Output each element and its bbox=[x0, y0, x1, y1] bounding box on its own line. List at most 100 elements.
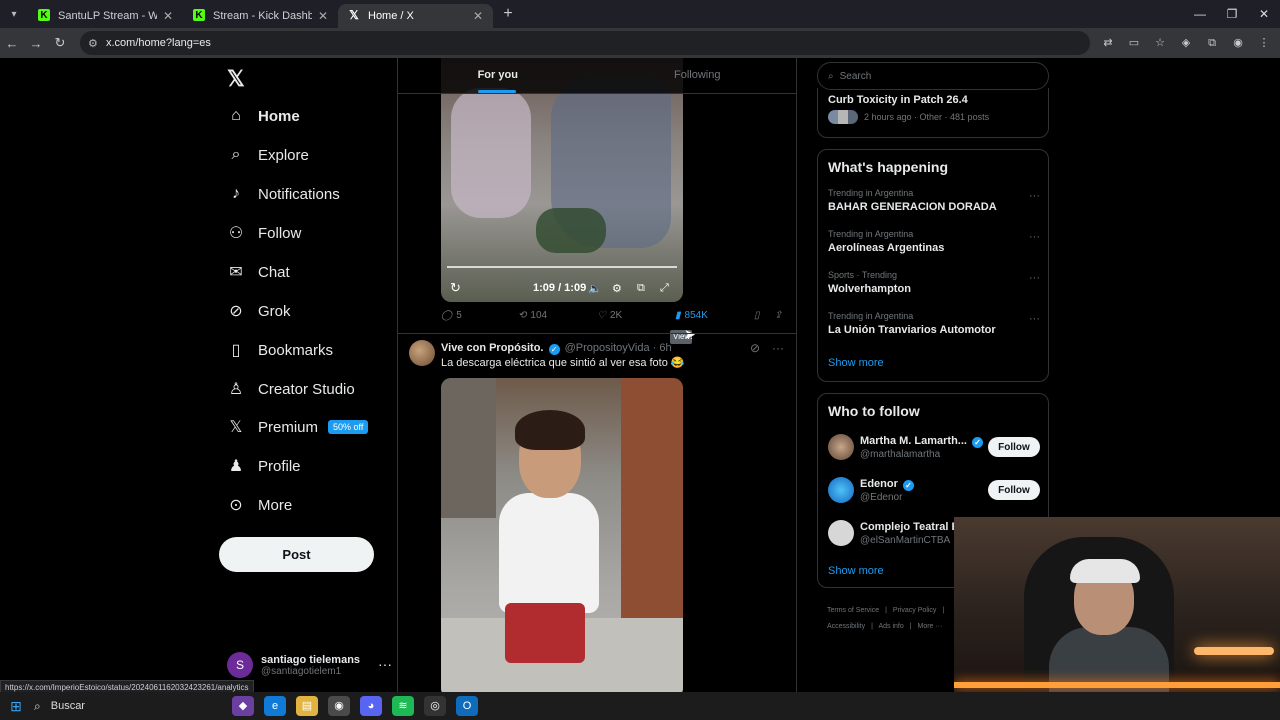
post-actions: ◯ 5 ⟲ 104 ♡ 2K ▮ 854K ▯ ⇪ bbox=[441, 310, 791, 326]
kebab-menu-icon[interactable]: ⋮ bbox=[1256, 32, 1272, 54]
pip-icon[interactable]: ⧉ bbox=[637, 282, 645, 295]
tab-for-you[interactable]: For you bbox=[398, 58, 598, 93]
file-explorer-icon[interactable]: ▤ bbox=[296, 696, 318, 716]
chrome-icon[interactable]: ◉ bbox=[328, 696, 350, 716]
more-dots-icon[interactable]: ··· bbox=[772, 341, 784, 355]
translate-icon[interactable]: ⇄ bbox=[1100, 32, 1116, 54]
video-player[interactable]: ↻ 1:09 / 1:09 🔈 ⚙ ⧉ ⤢ bbox=[441, 58, 683, 302]
spotify-icon[interactable]: ≋ bbox=[392, 696, 414, 716]
grok-icon[interactable]: ⊘ bbox=[750, 341, 760, 355]
trend-item[interactable]: Sports · Trending Wolverhampton ··· bbox=[828, 270, 1040, 304]
close-icon[interactable]: ✕ bbox=[163, 9, 173, 23]
browser-tab-1[interactable]: K SantuLP Stream - Watch Live on ✕ bbox=[28, 4, 183, 28]
tab-search-icon[interactable]: ▾ bbox=[0, 0, 28, 28]
repost-button[interactable]: ⟲ 104 bbox=[518, 310, 547, 321]
puzzle-icon[interactable]: ⧉ bbox=[1204, 32, 1220, 54]
top-trend-card[interactable]: Curb Toxicity in Patch 26.4 2 hours ago … bbox=[817, 88, 1049, 138]
volume-icon[interactable]: 🔈 bbox=[588, 282, 602, 295]
follow-button[interactable]: Follow bbox=[988, 437, 1040, 457]
nav-explore[interactable]: ⌕ Explore bbox=[227, 140, 309, 170]
minimize-icon[interactable]: — bbox=[1184, 0, 1216, 28]
more-dots-icon[interactable]: ··· bbox=[378, 656, 392, 672]
nav-notifications[interactable]: ♪ Notifications bbox=[227, 179, 340, 209]
address-bar-row: ← → ↻ ⚙ x.com/home?lang=es ⇄ ▭ ☆ ◈ ⧉ ◉ ⋮ bbox=[0, 28, 1280, 58]
nav-home[interactable]: ⌂ Home bbox=[227, 101, 300, 131]
trend-item[interactable]: Trending in Argentina Aerolíneas Argenti… bbox=[828, 229, 1040, 263]
tab-title: SantuLP Stream - Watch Live on bbox=[58, 10, 157, 22]
avatar[interactable] bbox=[409, 340, 435, 366]
window-close-icon[interactable]: ✕ bbox=[1248, 0, 1280, 28]
verified-badge-icon: ✓ bbox=[902, 480, 914, 491]
footer-link[interactable]: Terms of Service bbox=[827, 607, 879, 614]
account-switcher[interactable]: S santiago tielemans @santiagotielem1 ··… bbox=[227, 648, 392, 682]
post-button[interactable]: Post bbox=[219, 537, 374, 572]
nav-chat[interactable]: ✉ Chat bbox=[227, 257, 289, 287]
settings-icon[interactable]: ⚙ bbox=[612, 282, 622, 295]
like-button[interactable]: ♡ 2K bbox=[597, 310, 622, 321]
show-more-link[interactable]: Show more bbox=[828, 357, 884, 369]
follow-suggestion[interactable]: Martha M. Lamarth... ✓ @marthalamartha F… bbox=[828, 434, 1040, 464]
forward-icon[interactable]: → bbox=[24, 36, 48, 51]
extension-icon[interactable]: ◈ bbox=[1178, 32, 1194, 54]
search-input[interactable]: ⌕ Search bbox=[817, 62, 1049, 90]
reply-button[interactable]: ◯ 5 bbox=[441, 310, 462, 321]
nav-more[interactable]: ⊙ More bbox=[227, 490, 292, 520]
replay-icon[interactable]: ↻ bbox=[450, 280, 461, 296]
windows-start-icon[interactable]: ⊞ bbox=[0, 698, 32, 715]
footer-link[interactable]: Ads info bbox=[878, 623, 903, 630]
more-dots-icon[interactable]: ··· bbox=[1029, 313, 1040, 325]
footer-link[interactable]: Accessibility bbox=[827, 623, 865, 630]
nav-creator-studio[interactable]: ♙ Creator Studio bbox=[227, 374, 355, 404]
more-dots-icon[interactable]: ··· bbox=[1029, 272, 1040, 284]
obs-icon[interactable]: ◎ bbox=[424, 696, 446, 716]
site-info-icon[interactable]: ⚙ bbox=[88, 37, 102, 50]
video-player[interactable] bbox=[441, 378, 683, 692]
share-button[interactable]: ⇪ bbox=[774, 310, 782, 321]
footer-link[interactable]: More ··· bbox=[918, 623, 943, 630]
restore-icon[interactable]: ❐ bbox=[1216, 0, 1248, 28]
close-icon[interactable]: ✕ bbox=[318, 9, 328, 23]
author-name[interactable]: Vive con Propósito. bbox=[441, 342, 544, 354]
browser-tab-2[interactable]: K Stream - Kick Dashboard ✕ bbox=[183, 4, 338, 28]
tab-following[interactable]: Following bbox=[598, 58, 797, 93]
back-icon[interactable]: ← bbox=[0, 36, 24, 51]
taskbar-search[interactable]: ⌕ Buscar bbox=[34, 695, 224, 717]
nav-follow[interactable]: ⚇ Follow bbox=[227, 218, 302, 248]
edge-icon[interactable]: e bbox=[264, 696, 286, 716]
new-tab-button[interactable]: + bbox=[493, 5, 523, 23]
close-icon[interactable]: ✕ bbox=[473, 9, 483, 23]
premium-discount-badge: 50% off bbox=[328, 420, 369, 434]
url-field[interactable]: ⚙ x.com/home?lang=es bbox=[80, 31, 1090, 55]
post-time[interactable]: · 6h bbox=[653, 342, 672, 354]
discord-icon[interactable]: ◕ bbox=[360, 696, 382, 716]
post-tools: ⊘ ··· bbox=[750, 341, 784, 355]
footer-link[interactable]: Privacy Policy bbox=[893, 607, 937, 614]
nav-bookmarks[interactable]: ▯ Bookmarks bbox=[227, 335, 333, 365]
author-handle[interactable]: @PropositoyVida bbox=[565, 342, 650, 354]
star-icon[interactable]: ☆ bbox=[1152, 32, 1168, 54]
kick-icon: K bbox=[193, 9, 205, 21]
profile-circle-icon[interactable]: ◉ bbox=[1230, 32, 1246, 54]
outlook-icon[interactable]: O bbox=[456, 696, 478, 716]
follow-button[interactable]: Follow bbox=[988, 480, 1040, 500]
browser-tab-3[interactable]: 𝕏 Home / X ✕ bbox=[338, 4, 493, 28]
x-logo-icon[interactable]: 𝕏 bbox=[227, 66, 245, 92]
trend-item[interactable]: Trending in Argentina BAHAR GENERACION D… bbox=[828, 188, 1040, 222]
copilot-icon[interactable]: ◆ bbox=[232, 696, 254, 716]
bookmark-button[interactable]: ▯ bbox=[754, 310, 760, 321]
nav-grok[interactable]: ⊘ Grok bbox=[227, 296, 290, 326]
views-button[interactable]: ▮ 854K bbox=[675, 310, 708, 321]
show-more-link[interactable]: Show more bbox=[828, 565, 884, 577]
cast-icon[interactable]: ▭ bbox=[1126, 32, 1142, 54]
reload-icon[interactable]: ↻ bbox=[48, 35, 72, 51]
more-dots-icon[interactable]: ··· bbox=[1029, 231, 1040, 243]
extensions-area: ⇄ ▭ ☆ ◈ ⧉ ◉ ⋮ bbox=[1100, 32, 1272, 54]
video-progress-bar[interactable] bbox=[447, 266, 677, 268]
trend-item[interactable]: Trending in Argentina La Unión Tranviari… bbox=[828, 311, 1040, 345]
more-dots-icon[interactable]: ··· bbox=[1029, 190, 1040, 202]
nav-premium[interactable]: 𝕏 Premium 50% off bbox=[227, 412, 369, 442]
fullscreen-icon[interactable]: ⤢ bbox=[660, 282, 669, 295]
follow-suggestion[interactable]: Edenor ✓ @Edenor Follow bbox=[828, 477, 1040, 507]
repost-icon: ⟲ bbox=[518, 310, 527, 321]
nav-profile[interactable]: ♟ Profile bbox=[227, 451, 301, 481]
